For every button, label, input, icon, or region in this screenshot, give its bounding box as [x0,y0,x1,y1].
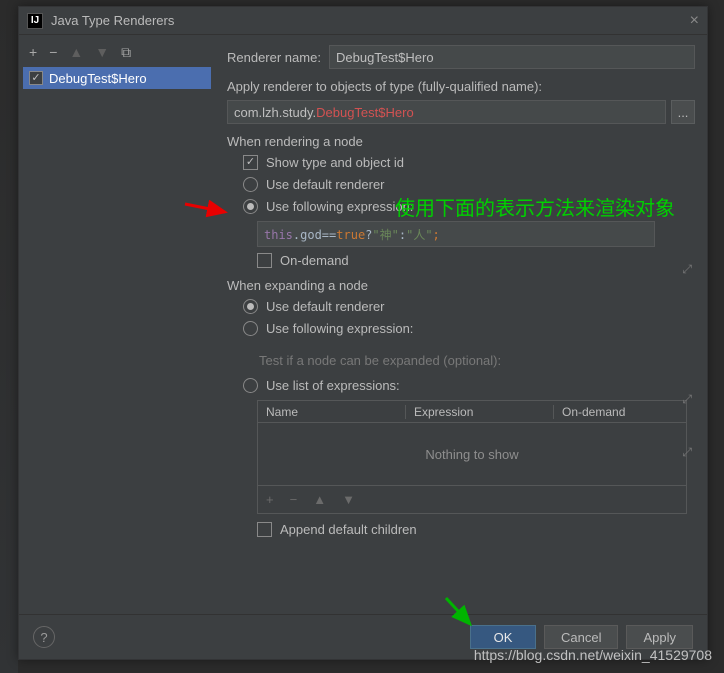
rendering-heading: When rendering a node [227,134,695,149]
renderer-list-pane: + − ▲ ▼ ⧉ ✓ DebugTest$Hero [19,35,215,616]
renderer-name-input[interactable]: DebugTest$Hero [329,45,695,69]
on-demand-checkbox[interactable] [257,253,272,268]
button-bar: ? OK Cancel Apply [19,614,707,659]
expression-table: Name Expression On-demand Nothing to sho… [257,400,687,514]
expanding-heading: When expanding a node [227,278,695,293]
table-remove-icon: − [290,492,298,507]
render-expression-radio[interactable] [243,199,258,214]
renderer-list-item[interactable]: ✓ DebugTest$Hero [23,67,211,89]
col-name[interactable]: Name [258,405,406,419]
render-default-label: Use default renderer [266,177,385,192]
app-logo-icon: IJ [27,13,43,29]
qualified-name-input[interactable]: com.lzh.study.DebugTest$Hero [227,100,666,124]
table-empty-label: Nothing to show [258,423,686,485]
expand-expression-label: Use following expression: [266,321,413,336]
table-toolbar: + − ▲ ▼ [258,485,686,513]
table-down-icon: ▼ [342,492,355,507]
col-expression[interactable]: Expression [406,405,554,419]
titlebar[interactable]: IJ Java Type Renderers × [19,7,707,35]
expand-icon[interactable]: ⤢ [682,262,692,277]
list-item-checkbox[interactable]: ✓ [29,71,43,85]
table-up-icon: ▲ [313,492,326,507]
apply-button[interactable]: Apply [626,625,693,649]
test-expand-label: Test if a node can be expanded (optional… [227,343,695,378]
expand-icon[interactable]: ⤢ [682,445,692,460]
cancel-button[interactable]: Cancel [544,625,618,649]
renderer-name-label: Renderer name: [227,50,329,65]
render-expression-label: Use following expression: [266,199,413,214]
expand-icon[interactable]: ⤢ [682,392,692,407]
render-expression-input[interactable]: this.god==true?"神":"人"; [257,221,655,247]
show-type-id-checkbox[interactable]: ✓ [243,155,258,170]
list-item-label: DebugTest$Hero [49,71,147,86]
settings-pane: Renderer name: DebugTest$Hero Apply rend… [215,35,707,616]
append-children-checkbox[interactable] [257,522,272,537]
close-icon[interactable]: × [690,12,699,30]
append-children-label: Append default children [280,522,417,537]
help-button[interactable]: ? [33,626,55,648]
render-default-radio[interactable] [243,177,258,192]
add-icon[interactable]: + [29,45,37,59]
ok-button[interactable]: OK [470,625,536,649]
dialog: IJ Java Type Renderers × + − ▲ ▼ ⧉ ✓ Deb… [18,6,708,660]
up-icon: ▲ [69,45,83,59]
show-type-id-label: Show type and object id [266,155,404,170]
browse-class-button[interactable]: ... [671,100,695,124]
expand-expression-radio[interactable] [243,321,258,336]
copy-icon[interactable]: ⧉ [121,45,131,59]
table-header: Name Expression On-demand [258,401,686,423]
expand-default-radio[interactable] [243,299,258,314]
list-toolbar: + − ▲ ▼ ⧉ [23,41,211,63]
use-list-radio[interactable] [243,378,258,393]
use-list-label: Use list of expressions: [266,378,400,393]
col-ondemand[interactable]: On-demand [554,405,686,419]
remove-icon[interactable]: − [49,45,57,59]
dialog-body: + − ▲ ▼ ⧉ ✓ DebugTest$Hero Renderer name… [19,35,707,616]
table-add-icon[interactable]: + [266,492,274,507]
apply-to-type-label: Apply renderer to objects of type (fully… [227,79,695,94]
expand-default-label: Use default renderer [266,299,385,314]
on-demand-label: On-demand [280,253,349,268]
dialog-title: Java Type Renderers [51,13,174,28]
down-icon: ▼ [95,45,109,59]
